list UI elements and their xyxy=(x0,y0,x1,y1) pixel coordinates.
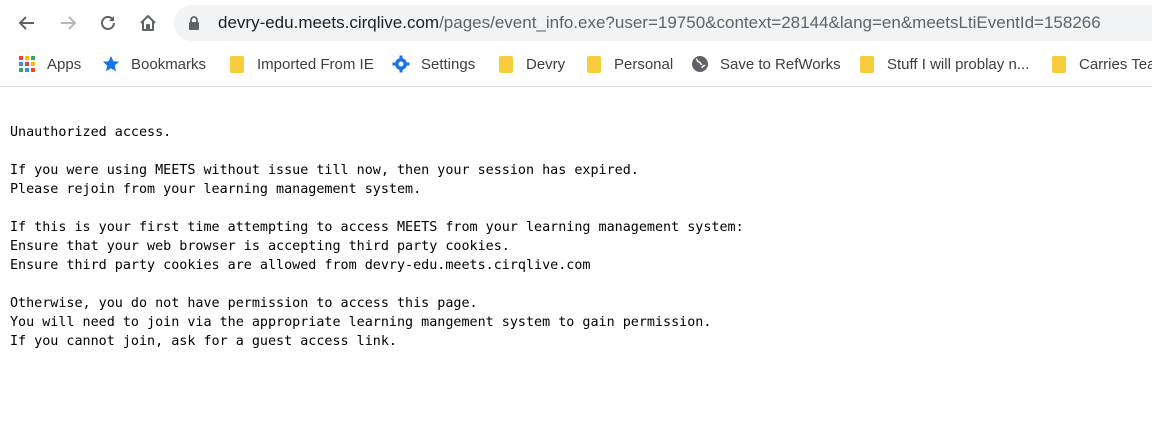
globe-icon xyxy=(691,55,709,73)
home-icon[interactable] xyxy=(136,11,160,35)
message-line: Ensure that your web browser is acceptin… xyxy=(10,239,510,254)
bookmark-label: Apps xyxy=(47,55,82,73)
bookmark-label: Bookmarks xyxy=(131,55,207,73)
bookmark-stuff[interactable]: Stuff I will problay n... xyxy=(858,50,1037,78)
bookmarks-bar: Apps Bookmarks Imported From IE Settings… xyxy=(0,46,1152,87)
url-path: /pages/event_info.exe?user=19750&context… xyxy=(439,13,1101,32)
url-host: devry-edu.meets.cirqlive.com xyxy=(218,13,440,32)
message-line: Ensure third party cookies are allowed f… xyxy=(10,258,591,273)
bookmark-label: Save to RefWorks xyxy=(720,55,841,73)
bookmark-label: Imported From IE xyxy=(257,55,374,73)
back-arrow-icon[interactable] xyxy=(15,11,39,35)
bookmark-save-to-refworks[interactable]: Save to RefWorks xyxy=(691,50,849,78)
bookmark-label: Devry xyxy=(526,55,566,73)
message-line: If you cannot join, ask for a guest acce… xyxy=(10,334,397,349)
folder-icon xyxy=(228,55,246,73)
address-bar[interactable]: devry-edu.meets.cirqlive.com/pages/event… xyxy=(174,5,1152,41)
bookmark-label: Personal xyxy=(614,55,674,73)
message-line: You will need to join via the appropriat… xyxy=(10,315,712,330)
gear-icon xyxy=(392,55,410,73)
lock-icon[interactable] xyxy=(188,15,202,31)
bookmark-settings[interactable]: Settings xyxy=(392,50,483,78)
forward-arrow-icon[interactable] xyxy=(56,11,80,35)
bookmark-apps[interactable]: Apps xyxy=(18,50,89,78)
bookmark-bookmarks[interactable]: Bookmarks xyxy=(102,50,214,78)
folder-icon xyxy=(585,55,603,73)
folder-icon xyxy=(1050,55,1068,73)
star-icon xyxy=(102,55,120,73)
message-line: Otherwise, you do not have permission to… xyxy=(10,296,478,311)
message-line: If this is your first time attempting to… xyxy=(10,220,744,235)
folder-icon xyxy=(858,55,876,73)
folder-icon xyxy=(497,55,515,73)
message-line: If you were using MEETS without issue ti… xyxy=(10,163,639,178)
bookmark-carries-teac[interactable]: Carries Teac xyxy=(1050,50,1152,78)
page-body: Unauthorized access. If you were using M… xyxy=(0,87,1152,351)
bookmark-imported-from-ie[interactable]: Imported From IE xyxy=(228,50,382,78)
apps-grid-icon xyxy=(18,55,36,73)
bookmark-devry[interactable]: Devry xyxy=(497,50,573,78)
bookmark-label: Stuff I will problay n... xyxy=(887,55,1030,73)
reload-icon[interactable] xyxy=(96,11,120,35)
bookmark-label: Settings xyxy=(421,55,476,73)
message-line: Please rejoin from your learning managem… xyxy=(10,182,422,197)
url-text[interactable]: devry-edu.meets.cirqlive.com/pages/event… xyxy=(218,13,1101,33)
browser-toolbar: devry-edu.meets.cirqlive.com/pages/event… xyxy=(0,0,1152,46)
error-heading: Unauthorized access. xyxy=(10,125,172,140)
bookmark-label: Carries Teac xyxy=(1079,55,1152,73)
bookmark-personal[interactable]: Personal xyxy=(585,50,681,78)
